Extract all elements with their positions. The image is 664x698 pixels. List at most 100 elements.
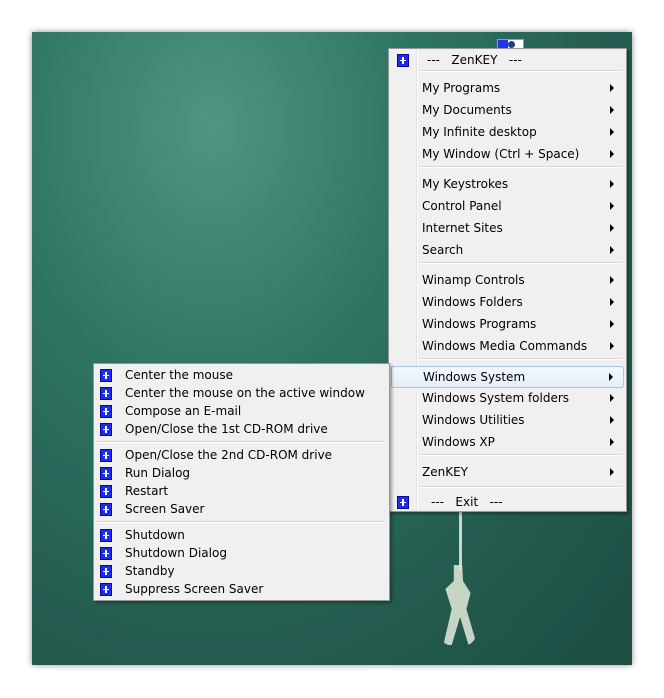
zenkey-main-menu: --- ZenKEY --- My Programs My Documents My …: [388, 48, 627, 512]
menu-item-label: Center the mouse on the active window: [125, 386, 365, 400]
menu-item-label: Windows System: [423, 370, 526, 384]
menu-item-label: Screen Saver: [125, 502, 205, 516]
submenu-item-center-the-mouse[interactable]: Center the mouse: [96, 366, 387, 384]
menu-item-label: Winamp Controls: [422, 273, 525, 287]
zenkey-icon: [397, 496, 409, 509]
menu-item-search[interactable]: Search: [391, 240, 624, 260]
submenu-arrow-icon: [610, 416, 614, 424]
submenu-arrow-icon: [610, 106, 614, 114]
command-icon: [100, 503, 112, 516]
menu-header-zenkey[interactable]: --- ZenKEY ---: [391, 50, 624, 70]
submenu-item-shutdown[interactable]: Shutdown: [96, 526, 387, 544]
windows-system-submenu: Center the mouse Center the mouse on the …: [93, 363, 390, 601]
menu-item-label: My Keystrokes: [422, 177, 509, 191]
menu-item-label: Suppress Screen Saver: [125, 582, 264, 596]
menu-separator: [419, 358, 622, 360]
menu-item-internet-sites[interactable]: Internet Sites: [391, 218, 624, 238]
submenu-arrow-icon: [610, 180, 614, 188]
submenu-item-screen-saver[interactable]: Screen Saver: [96, 500, 387, 518]
menu-item-label: Open/Close the 1st CD-ROM drive: [125, 422, 328, 436]
menu-separator: [419, 454, 622, 456]
menu-item-label: ZenKEY: [422, 465, 468, 479]
menu-item-windows-programs[interactable]: Windows Programs: [391, 314, 624, 334]
wallpaper-rope: [459, 510, 462, 570]
submenu-arrow-icon: [610, 468, 614, 476]
menu-item-label: My Infinite desktop: [422, 125, 537, 139]
menu-item-label: --- ZenKEY ---: [427, 53, 522, 67]
menu-item-label: Shutdown Dialog: [125, 546, 227, 560]
menu-item-label: Open/Close the 2nd CD-ROM drive: [125, 448, 333, 462]
command-icon: [100, 423, 112, 436]
submenu-arrow-icon: [610, 202, 614, 210]
menu-item-exit[interactable]: --- Exit ---: [391, 492, 624, 512]
command-icon: [100, 565, 112, 578]
submenu-item-standby[interactable]: Standby: [96, 562, 387, 580]
menu-separator: [419, 262, 622, 264]
menu-item-my-documents[interactable]: My Documents: [391, 100, 624, 120]
menu-item-label: --- Exit ---: [431, 495, 503, 509]
command-icon: [100, 529, 112, 542]
submenu-item-shutdown-dialog[interactable]: Shutdown Dialog: [96, 544, 387, 562]
submenu-arrow-icon: [610, 224, 614, 232]
menu-item-windows-utilities[interactable]: Windows Utilities: [391, 410, 624, 430]
menu-item-label: Compose an E-mail: [125, 404, 242, 418]
command-icon: [100, 467, 112, 480]
menu-separator: [419, 166, 622, 168]
menu-item-windows-xp[interactable]: Windows XP: [391, 432, 624, 452]
submenu-item-center-the-mouse-on-the-active-window[interactable]: Center the mouse on the active window: [96, 384, 387, 402]
submenu-item-open-close-the-1st-cd-rom-drive[interactable]: Open/Close the 1st CD-ROM drive: [96, 420, 387, 438]
submenu-item-open-close-the-2nd-cd-rom-drive[interactable]: Open/Close the 2nd CD-ROM drive: [96, 446, 387, 464]
menu-item-windows-folders[interactable]: Windows Folders: [391, 292, 624, 312]
submenu-arrow-icon: [609, 373, 613, 381]
submenu-item-suppress-screen-saver[interactable]: Suppress Screen Saver: [96, 580, 387, 598]
submenu-item-compose-an-e-mail[interactable]: Compose an E-mail: [96, 402, 387, 420]
menu-item-label: Run Dialog: [125, 466, 191, 480]
menu-item-label: Windows Media Commands: [422, 339, 588, 353]
menu-item-label: Restart: [125, 484, 169, 498]
menu-item-windows-system[interactable]: Windows System: [391, 366, 624, 388]
command-icon: [100, 387, 112, 400]
menu-item-windows-media-commands[interactable]: Windows Media Commands: [391, 336, 624, 356]
submenu-arrow-icon: [610, 246, 614, 254]
menu-item-label: Windows Utilities: [422, 413, 525, 427]
command-icon: [100, 449, 112, 462]
menu-item-control-panel[interactable]: Control Panel: [391, 196, 624, 216]
menu-item-label: My Window (Ctrl + Space): [422, 147, 580, 161]
submenu-arrow-icon: [610, 394, 614, 402]
menu-item-label: Windows Programs: [422, 317, 537, 331]
menu-separator: [419, 486, 622, 488]
menu-item-label: Internet Sites: [422, 221, 503, 235]
zenkey-icon: [397, 54, 409, 67]
menu-item-label: Control Panel: [422, 199, 502, 213]
menu-item-label: My Documents: [422, 103, 512, 117]
command-icon: [100, 583, 112, 596]
command-icon: [100, 405, 112, 418]
submenu-item-run-dialog[interactable]: Run Dialog: [96, 464, 387, 482]
menu-item-my-programs[interactable]: My Programs: [391, 78, 624, 98]
menu-separator: [96, 521, 385, 523]
menu-separator: [419, 70, 622, 72]
menu-item-label: Center the mouse: [125, 368, 233, 382]
menu-item-zenkey[interactable]: ZenKEY: [391, 462, 624, 482]
submenu-arrow-icon: [610, 150, 614, 158]
submenu-arrow-icon: [610, 438, 614, 446]
menu-separator: [96, 441, 385, 443]
submenu-arrow-icon: [610, 276, 614, 284]
submenu-arrow-icon: [610, 298, 614, 306]
menu-item-label: Search: [422, 243, 464, 257]
menu-item-label: Shutdown: [125, 528, 185, 542]
menu-item-winamp-controls[interactable]: Winamp Controls: [391, 270, 624, 290]
menu-item-my-window-ctrl-space[interactable]: My Window (Ctrl + Space): [391, 144, 624, 164]
menu-item-my-keystrokes[interactable]: My Keystrokes: [391, 174, 624, 194]
menu-item-label: Windows XP: [422, 435, 495, 449]
menu-item-label: Windows Folders: [422, 295, 523, 309]
menu-item-windows-system-folders[interactable]: Windows System folders: [391, 388, 624, 408]
menu-item-my-infinite-desktop[interactable]: My Infinite desktop: [391, 122, 624, 142]
submenu-item-restart[interactable]: Restart: [96, 482, 387, 500]
menu-item-label: Windows System folders: [422, 391, 570, 405]
command-icon: [100, 369, 112, 382]
submenu-arrow-icon: [610, 320, 614, 328]
submenu-arrow-icon: [610, 84, 614, 92]
command-icon: [100, 547, 112, 560]
menu-item-label: Standby: [125, 564, 175, 578]
